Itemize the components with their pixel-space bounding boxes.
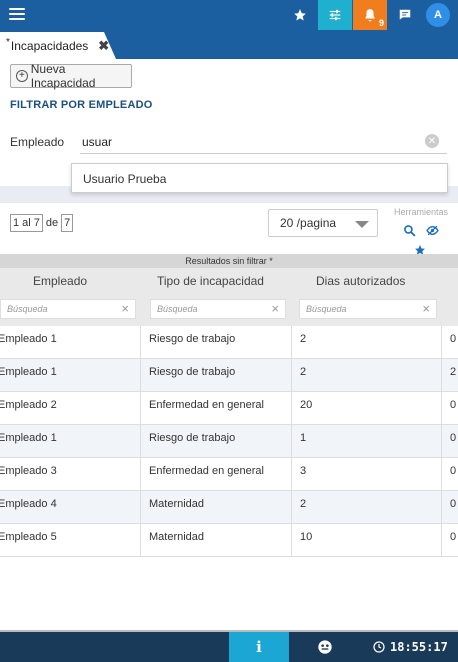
tab-strip: * Incapacidades ✖ <box>0 30 458 59</box>
autocomplete-dropdown: Usuario Prueba <box>71 163 448 193</box>
table-row[interactable]: Empleado 1 Riesgo de trabajo 1 0 <box>0 425 458 458</box>
table-row[interactable]: Empleado 1 Riesgo de trabajo 2 2 <box>0 359 458 392</box>
search-placeholder: Búsqueda <box>7 304 48 314</box>
tab-incapacidades[interactable]: * Incapacidades ✖ <box>0 32 116 59</box>
search-icon[interactable] <box>402 223 416 237</box>
hamburger-menu-icon[interactable] <box>9 8 25 22</box>
cell-dias: 2 <box>292 326 442 359</box>
total-count[interactable]: 7 <box>61 214 74 232</box>
plus-circle-icon: + <box>16 70 28 82</box>
per-page-select[interactable]: 20 /pagina <box>268 209 378 237</box>
table-row[interactable]: Empleado 5 Maternidad 10 0 <box>0 524 458 557</box>
footer-bar: i 18:55:17 <box>0 632 458 662</box>
settings-sliders-icon[interactable] <box>318 0 352 30</box>
cell-extra: 0 <box>450 333 457 345</box>
tab-label: Incapacidades <box>10 38 89 53</box>
clock-display: 18:55:17 <box>373 632 448 662</box>
search-placeholder: Búsqueda <box>157 304 198 314</box>
tools-label: Herramientas <box>394 207 449 217</box>
chevron-down-icon <box>355 221 369 228</box>
hide-columns-eye-icon[interactable] <box>425 223 439 237</box>
cell-empleado: Empleado 4 <box>0 491 141 524</box>
column-header-tipo[interactable]: Tipo de incapacidad <box>157 274 264 288</box>
employee-label: Empleado <box>10 135 65 149</box>
new-incapacidad-label: Nueva Incapacidad <box>30 62 96 90</box>
filter-section-title: FILTRAR POR EMPLEADO <box>10 99 153 111</box>
tab-close-icon[interactable]: ✖ <box>98 38 109 54</box>
cell-empleado: Empleado 1 <box>0 425 141 458</box>
clear-input-icon[interactable]: ✕ <box>425 134 439 148</box>
pagination-info: 1 al 7 de 7 <box>10 214 74 232</box>
cell-extra: 2 <box>450 366 457 378</box>
cell-tipo: Riesgo de trabajo <box>141 326 292 359</box>
cell-dias: 1 <box>292 425 442 458</box>
clear-search-icon[interactable]: × <box>271 300 279 318</box>
search-placeholder: Búsqueda <box>306 304 347 314</box>
table-row[interactable]: Empleado 1 Riesgo de trabajo 2 0 <box>0 326 458 359</box>
cell-dias: 2 <box>292 491 442 524</box>
cell-dias: 3 <box>292 458 442 491</box>
cell-extra: 0 <box>450 465 457 477</box>
cell-empleado: Empleado 1 <box>0 359 141 392</box>
search-field-empleado[interactable]: Búsqueda × <box>0 299 136 319</box>
table-header: Empleado Tipo de incapacidad Dias autori… <box>0 268 458 326</box>
cell-extra: 0 <box>450 399 457 411</box>
cell-extra: 0 <box>450 498 457 510</box>
cell-empleado: Empleado 2 <box>0 392 141 425</box>
cell-dias: 10 <box>292 524 442 557</box>
tab-modified-marker: * <box>6 37 10 48</box>
clear-search-icon[interactable]: × <box>422 300 430 318</box>
table-row[interactable]: Empleado 2 Enfermedad en general 20 0 <box>0 392 458 425</box>
cell-dias: 20 <box>292 392 442 425</box>
employee-search-input[interactable] <box>80 130 447 154</box>
messages-chat-icon[interactable] <box>389 0 421 30</box>
new-incapacidad-button[interactable]: + Nueva Incapacidad <box>10 62 132 90</box>
tools-panel: Herramientas <box>392 207 452 255</box>
top-navbar: 9 A <box>0 0 458 30</box>
table-row[interactable]: Empleado 3 Enfermedad en general 3 0 <box>0 458 458 491</box>
notifications-bell-icon[interactable]: 9 <box>353 0 387 30</box>
notification-count-badge: 9 <box>378 18 384 28</box>
cell-tipo: Riesgo de trabajo <box>141 425 292 458</box>
search-field-tipo[interactable]: Búsqueda × <box>150 299 286 319</box>
per-page-value: 20 /pagina <box>280 216 337 230</box>
face-emoji-icon[interactable] <box>290 632 360 662</box>
clock-icon <box>373 641 385 653</box>
column-header-dias[interactable]: Dias autorizados <box>316 274 405 288</box>
suggestion-item[interactable]: Usuario Prueba <box>83 172 166 186</box>
cell-tipo: Maternidad <box>141 491 292 524</box>
cell-empleado: Empleado 1 <box>0 326 141 359</box>
clear-search-icon[interactable]: × <box>121 300 129 318</box>
cell-extra: 0 <box>450 531 457 543</box>
table-row[interactable]: Empleado 4 Maternidad 2 0 <box>0 491 458 524</box>
results-status-bar: Resultados sin filtrar * <box>0 254 458 268</box>
cell-empleado: Empleado 3 <box>0 458 141 491</box>
search-field-dias[interactable]: Búsqueda × <box>299 299 437 319</box>
cell-tipo: Riesgo de trabajo <box>141 359 292 392</box>
page-range[interactable]: 1 al 7 <box>10 214 43 232</box>
user-avatar[interactable]: A <box>426 3 450 27</box>
cell-extra: 0 <box>450 432 457 444</box>
cell-tipo: Maternidad <box>141 524 292 557</box>
cell-empleado: Empleado 5 <box>0 524 141 557</box>
cell-dias: 2 <box>292 359 442 392</box>
clock-time: 18:55:17 <box>390 640 448 654</box>
cell-tipo: Enfermedad en general <box>141 458 292 491</box>
cell-tipo: Enfermedad en general <box>141 392 292 425</box>
favorites-star-icon[interactable] <box>284 0 316 30</box>
column-header-empleado[interactable]: Empleado <box>33 274 87 288</box>
of-label: de <box>45 217 59 229</box>
info-button[interactable]: i <box>229 632 289 662</box>
